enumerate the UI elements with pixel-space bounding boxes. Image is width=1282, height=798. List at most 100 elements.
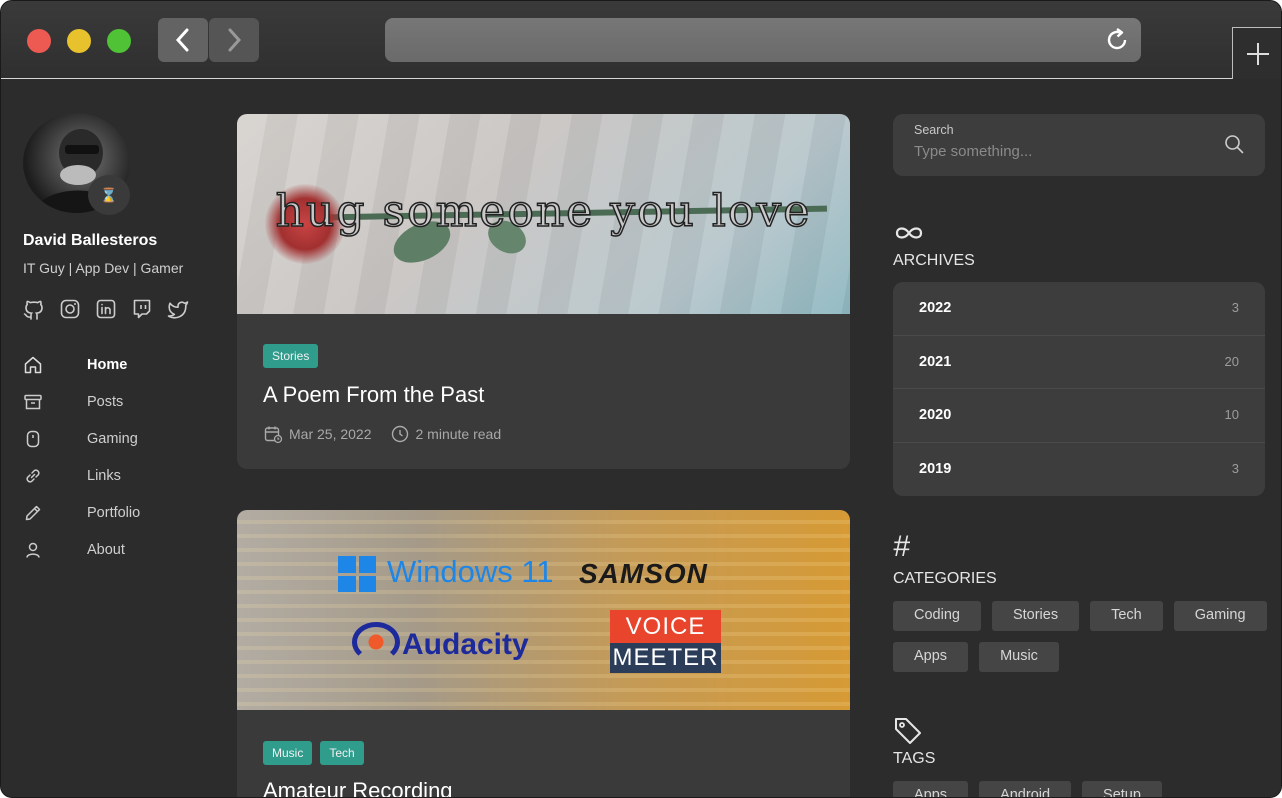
tag-icon — [895, 718, 921, 744]
tag-pill[interactable]: Apps — [893, 781, 969, 797]
post-card[interactable]: Windows 11 SAMSON Audacity VOICE MEETER … — [237, 510, 850, 797]
hash-icon: # — [893, 530, 910, 563]
post-tags: Music Tech — [263, 741, 364, 765]
post-tag[interactable]: Music — [263, 741, 313, 765]
post-date: Mar 25, 2022 — [289, 426, 372, 442]
social-links — [23, 298, 189, 320]
minimize-window-button[interactable] — [67, 29, 91, 53]
search-box[interactable]: Search Type something... — [893, 114, 1265, 176]
audacity-logo-icon — [352, 622, 400, 662]
sidebar-item-gaming[interactable]: Gaming — [23, 420, 203, 457]
page-content: ⌛ David Ballesteros IT Guy | App Dev | G… — [1, 80, 1281, 797]
sidebar-item-links[interactable]: Links — [23, 457, 203, 494]
archive-count: 3 — [1231, 300, 1239, 315]
instagram-icon[interactable] — [59, 298, 81, 320]
post-title[interactable]: Amateur Recording — [263, 778, 453, 797]
chevron-right-icon — [228, 28, 242, 52]
maximize-window-button[interactable] — [107, 29, 131, 53]
archive-box-icon — [24, 394, 42, 409]
archives-title: ARCHIVES — [893, 252, 975, 269]
browser-window: ⌛ David Ballesteros IT Guy | App Dev | G… — [0, 0, 1282, 798]
archive-year: 2021 — [919, 353, 952, 370]
search-input[interactable]: Type something... — [914, 143, 1032, 160]
samson-logo-text: SAMSON — [579, 558, 708, 589]
clock-icon — [391, 425, 408, 443]
github-icon[interactable] — [23, 298, 45, 320]
search-icon[interactable] — [1223, 133, 1245, 155]
address-bar[interactable] — [385, 18, 1141, 62]
post-tag[interactable]: Stories — [263, 344, 319, 368]
close-window-button[interactable] — [27, 29, 51, 53]
back-button[interactable] — [158, 18, 208, 62]
profile-name: David Ballesteros — [23, 232, 158, 249]
archive-count: 10 — [1224, 407, 1239, 422]
sidebar-item-label: Posts — [87, 393, 124, 410]
calendar-icon — [264, 426, 283, 444]
category-pill[interactable]: Tech — [1090, 601, 1163, 631]
sidebar-item-label: Links — [87, 467, 121, 484]
post-meta: Mar 25, 2022 2 minute read — [263, 424, 501, 444]
audacity-logo-text: Audacity — [402, 628, 529, 661]
categories-title: CATEGORIES — [893, 570, 997, 587]
twitch-icon[interactable] — [131, 298, 153, 320]
chevron-left-icon — [175, 28, 189, 52]
twitter-icon[interactable] — [167, 298, 189, 320]
categories-list: Coding Stories Tech Gaming Apps Music — [893, 601, 1273, 672]
archive-year: 2019 — [919, 460, 952, 477]
profile-bio: IT Guy | App Dev | Gamer — [23, 260, 184, 276]
category-pill[interactable]: Apps — [893, 641, 969, 672]
category-pill[interactable]: Coding — [893, 601, 981, 631]
plus-icon — [1247, 42, 1269, 65]
post-tag[interactable]: Tech — [320, 741, 364, 765]
voicemeeter-logo-bottom: MEETER — [610, 643, 721, 673]
archive-row[interactable]: 2019 3 — [893, 443, 1265, 497]
archive-count: 3 — [1231, 460, 1239, 476]
sidebar-item-label: Portfolio — [87, 504, 141, 521]
sidebar-item-posts[interactable]: Posts — [23, 383, 203, 420]
link-icon — [26, 468, 40, 483]
sidebar-item-label: About — [87, 541, 125, 558]
windows-logo-text: Windows 11 — [387, 554, 554, 589]
post-tags: Stories — [263, 344, 319, 368]
archive-row[interactable]: 2022 3 — [893, 282, 1265, 336]
post-cover-image[interactable]: hug someone you love — [237, 114, 850, 314]
mouse-icon — [26, 430, 40, 447]
category-pill[interactable]: Stories — [991, 601, 1080, 631]
tag-pill[interactable]: Setup — [1082, 781, 1162, 797]
sidebar-nav: Home Posts Gaming Links Portfolio About — [23, 346, 203, 568]
voicemeeter-logo-top: VOICE — [610, 610, 721, 643]
tag-pill[interactable]: Android — [979, 781, 1072, 797]
cover-image-text: hug someone you love — [275, 185, 812, 238]
sidebar-item-label: Gaming — [87, 430, 138, 447]
forward-button[interactable] — [209, 18, 259, 62]
archive-year: 2022 — [919, 300, 952, 316]
linkedin-icon[interactable] — [95, 298, 117, 320]
post-title[interactable]: A Poem From the Past — [263, 382, 484, 408]
archive-row[interactable]: 2021 20 — [893, 336, 1265, 389]
browser-titlebar — [1, 1, 1281, 79]
search-label: Search — [914, 123, 954, 137]
tags-list: Apps Android Setup — [893, 781, 1273, 797]
category-pill[interactable]: Gaming — [1173, 601, 1267, 631]
new-tab-button[interactable] — [1232, 27, 1281, 79]
windows-logo-icon — [338, 556, 376, 592]
sidebar-item-home[interactable]: Home — [23, 346, 203, 383]
archive-count: 20 — [1224, 353, 1239, 369]
user-icon — [26, 542, 40, 558]
home-icon — [24, 356, 42, 373]
post-read-time: 2 minute read — [415, 426, 502, 442]
sidebar-item-portfolio[interactable]: Portfolio — [23, 494, 203, 531]
reload-icon[interactable] — [1104, 27, 1130, 53]
sidebar-item-about[interactable]: About — [23, 531, 203, 568]
infinity-icon — [895, 227, 923, 239]
post-card[interactable]: hug someone you love Stories A Poem From… — [237, 114, 850, 469]
category-pill[interactable]: Music — [979, 641, 1059, 672]
sidebar-item-label: Home — [87, 356, 128, 373]
archives-list: 2022 3 2021 20 2020 10 2019 3 — [893, 282, 1265, 496]
tags-title: TAGS — [893, 750, 936, 767]
avatar-status-badge: ⌛ — [88, 175, 130, 215]
archive-row[interactable]: 2020 10 — [893, 389, 1265, 443]
pencil-icon — [25, 505, 41, 520]
post-cover-image[interactable]: Windows 11 SAMSON Audacity VOICE MEETER — [237, 510, 850, 710]
archive-year: 2020 — [919, 407, 952, 423]
